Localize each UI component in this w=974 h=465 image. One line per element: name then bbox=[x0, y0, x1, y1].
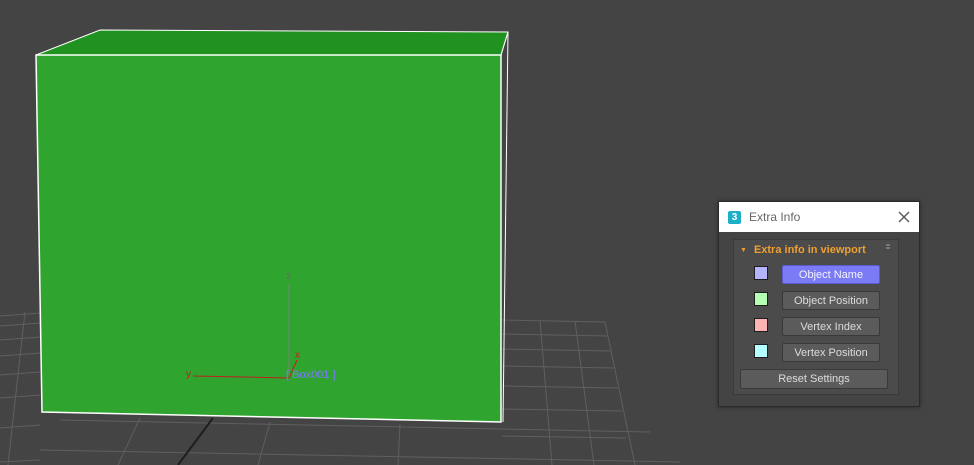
world-axis-line bbox=[177, 417, 214, 465]
object-name-label: [ Box001 ] bbox=[286, 369, 336, 381]
dialog-title: Extra Info bbox=[749, 210, 801, 224]
rollout-title: Extra info in viewport bbox=[753, 244, 866, 256]
vertex-position-button[interactable]: Vertex Position bbox=[782, 343, 880, 362]
x-axis-label: x bbox=[295, 350, 300, 361]
z-axis-label: z bbox=[286, 271, 291, 282]
extra-info-dialog: 3 Extra Info ▼ Extra info in viewport Ob… bbox=[718, 201, 920, 407]
box-top-face bbox=[35, 29, 509, 56]
collapse-triangle-icon[interactable]: ▼ bbox=[740, 247, 747, 254]
3dsmax-app-icon: 3 bbox=[728, 210, 741, 224]
close-icon[interactable] bbox=[897, 210, 911, 224]
vertex-position-color-swatch[interactable] bbox=[754, 344, 768, 358]
vertex-index-button[interactable]: Vertex Index bbox=[782, 317, 880, 336]
object-name-color-swatch[interactable] bbox=[754, 266, 768, 280]
box-front-face bbox=[35, 54, 502, 423]
rollout-header[interactable]: ▼ Extra info in viewport bbox=[740, 243, 866, 257]
reset-settings-button[interactable]: Reset Settings bbox=[740, 369, 888, 389]
y-axis-label: y bbox=[186, 369, 191, 380]
object-position-button[interactable]: Object Position bbox=[782, 291, 880, 310]
object-name-button[interactable]: Object Name bbox=[782, 265, 880, 284]
dialog-titlebar[interactable]: 3 Extra Info bbox=[719, 202, 919, 232]
grip-icon bbox=[886, 244, 890, 249]
vertex-index-color-swatch[interactable] bbox=[754, 318, 768, 332]
extra-info-rollout: ▼ Extra info in viewport Object Name Obj… bbox=[733, 239, 899, 395]
object-position-color-swatch[interactable] bbox=[754, 292, 768, 306]
